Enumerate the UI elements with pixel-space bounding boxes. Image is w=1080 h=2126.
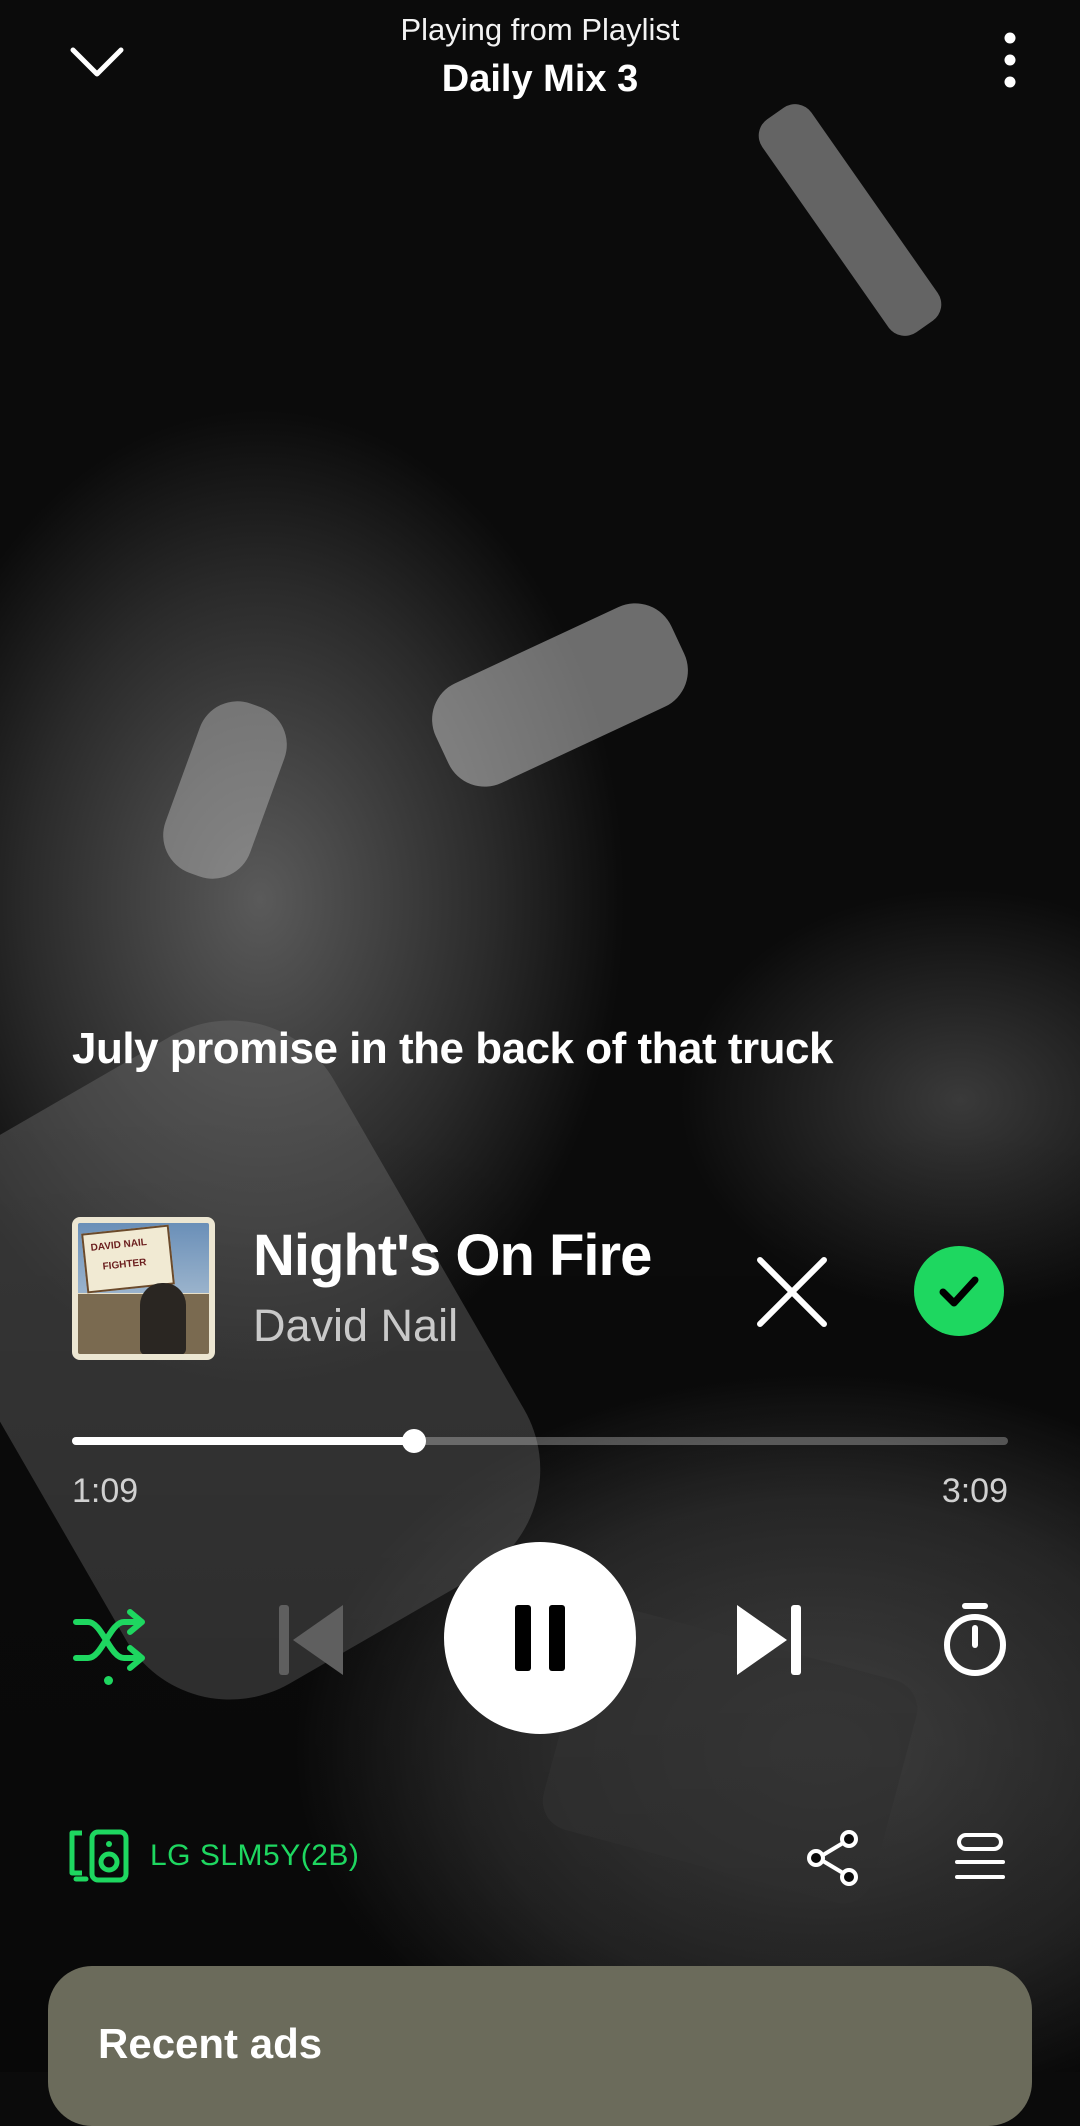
connect-device-name: LG SLM5Y(2B): [150, 1839, 360, 1872]
shuffle-active-indicator: [104, 1676, 113, 1685]
now-playing-header: Playing from Playlist Daily Mix 3: [0, 0, 1080, 120]
connect-device-button[interactable]: LG SLM5Y(2B): [68, 1826, 359, 1886]
playlist-name[interactable]: Daily Mix 3: [0, 58, 1080, 101]
total-time: 3:09: [941, 1472, 1008, 1510]
play-pause-button[interactable]: [444, 1542, 636, 1734]
hide-song-button[interactable]: [748, 1248, 836, 1336]
queue-icon: [955, 1833, 1005, 1879]
added-to-library-button[interactable]: [914, 1246, 1004, 1336]
album-cover[interactable]: DAVID NAIL FIGHTER: [72, 1217, 215, 1360]
elapsed-time: 1:09: [72, 1472, 139, 1510]
close-icon: [757, 1257, 827, 1327]
seek-bar-fill: [72, 1437, 414, 1445]
shuffle-button[interactable]: [60, 1590, 160, 1690]
context-label: Playing from Playlist: [400, 12, 680, 47]
check-icon: [939, 1276, 979, 1307]
share-icon: [807, 1830, 858, 1886]
skip-previous-icon: [279, 1605, 343, 1675]
skip-next-icon: [737, 1605, 801, 1675]
cover-text-line: DAVID NAIL: [90, 1236, 148, 1254]
sleep-timer-icon: [944, 1603, 1006, 1676]
more-options-button[interactable]: [970, 20, 1050, 100]
more-vertical-icon: [1004, 32, 1016, 88]
seek-bar[interactable]: [72, 1429, 1008, 1453]
previous-track-button[interactable]: [266, 1594, 358, 1686]
seek-bar-thumb[interactable]: [401, 1429, 426, 1453]
track-artist[interactable]: David Nail: [253, 1300, 458, 1352]
sleep-timer-button[interactable]: [925, 1590, 1025, 1690]
share-button[interactable]: [800, 1826, 864, 1890]
lyrics-line[interactable]: July promise in the back of that truck: [72, 1024, 833, 1074]
queue-button[interactable]: [950, 1826, 1010, 1890]
next-track-button[interactable]: [722, 1594, 814, 1686]
shuffle-icon: [73, 1609, 145, 1671]
track-title[interactable]: Night's On Fire: [253, 1222, 652, 1289]
cover-text-line: FIGHTER: [102, 1257, 147, 1273]
speaker-devices-icon: [69, 1829, 129, 1883]
recent-ads-title: Recent ads: [98, 2020, 323, 2067]
pause-icon: [515, 1605, 565, 1671]
